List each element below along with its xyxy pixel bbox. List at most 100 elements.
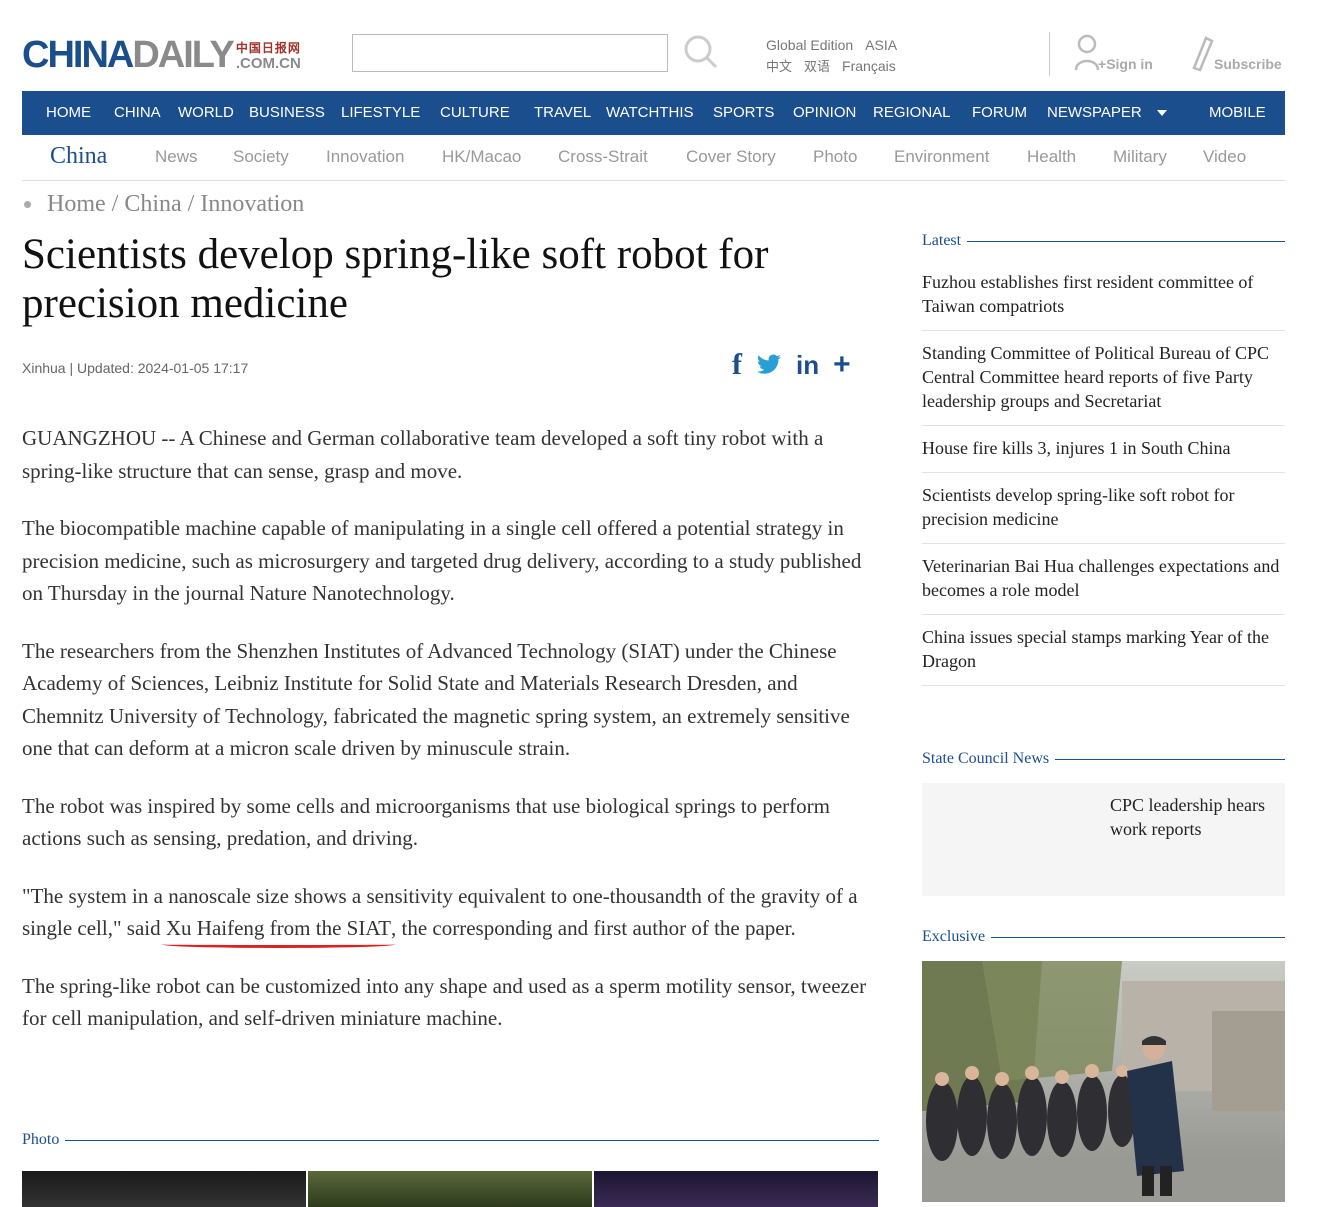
subnav-item-society[interactable]: Society [233,147,289,167]
site-header: CHINADAILY 中国日报网 .COM.CN Global Edition A… [0,0,1342,91]
article-body: GUANGZHOU -- A Chinese and German collab… [22,422,880,1060]
latest-label: Latest [922,232,962,249]
latest-item[interactable]: China issues special stamps marking Year… [922,615,1285,686]
subnav-item-hk-macao[interactable]: HK/Macao [442,147,521,167]
latest-item[interactable]: Fuzhou establishes first resident commit… [922,260,1285,331]
nav-item-regional[interactable]: REGIONAL [873,91,951,135]
state-council-label[interactable]: State Council News [922,750,1049,768]
nav-item-newspaper[interactable]: NEWSPAPER [1047,91,1142,135]
subnav-item-photo[interactable]: Photo [813,147,857,167]
nav-item-business[interactable]: BUSINESS [249,91,325,135]
pencil-icon [1192,36,1214,72]
sign-in-button[interactable]: +Sign in [1074,34,1153,72]
article-paragraph: The researchers from the Shenzhen Instit… [22,638,850,761]
logo-chinese: 中国日报网 [235,41,301,55]
search-input[interactable] [352,34,668,72]
latest-section-header: Latest [922,232,1285,250]
subnav-item-cover-story[interactable]: Cover Story [686,147,776,167]
facebook-icon[interactable]: f [732,350,742,380]
nav-item-culture[interactable]: CULTURE [440,91,510,135]
nav-item-world[interactable]: WORLD [178,91,234,135]
latest-item[interactable]: Standing Committee of Political Bureau o… [922,331,1285,426]
logo-daily: DAILY [132,34,235,76]
subnav-item-environment[interactable]: Environment [894,147,989,167]
breadcrumb-home[interactable]: Home [47,191,106,218]
photo-thumbnail[interactable] [594,1171,878,1207]
nav-item-china[interactable]: CHINA [114,91,161,135]
breadcrumb-separator: / [181,191,201,217]
section-subnav: China News Society Innovation HK/Macao C… [22,135,1285,181]
more-share-icon[interactable]: + [833,350,851,380]
exclusive-header: Exclusive [922,928,1285,946]
article-paragraph: The robot was inspired by some cells and… [22,793,830,851]
user-icon [1074,34,1100,71]
state-council-header: State Council News [922,750,1285,768]
subnav-item-innovation[interactable]: Innovation [326,147,404,167]
exclusive-label[interactable]: Exclusive [922,928,985,946]
article-paragraph: GUANGZHOU -- A Chinese and German collab… [22,426,824,483]
subnav-item-video[interactable]: Video [1203,147,1246,167]
lang-chinese-link[interactable]: 中文 [766,60,792,75]
section-rule [991,936,1285,938]
subnav-item-military[interactable]: Military [1113,147,1167,167]
article-meta: Xinhua | Updated: 2024-01-05 17:17 [22,360,249,376]
subscribe-button[interactable]: Subscribe [1192,36,1282,72]
edition-global-link[interactable]: Global Edition [766,37,853,53]
logo-domain: .COM.CN [235,55,301,72]
breadcrumb-separator: / [105,191,125,217]
linkedin-icon[interactable]: in [796,350,819,380]
section-rule [65,1139,879,1141]
nav-item-home[interactable]: HOME [46,91,91,135]
search-icon[interactable] [682,33,718,69]
share-bar: f in + [732,350,851,381]
nav-item-sports[interactable]: SPORTS [713,91,774,135]
subnav-item-news[interactable]: News [155,147,198,167]
section-title[interactable]: China [50,143,107,170]
logo-side: 中国日报网 .COM.CN [236,41,301,71]
state-council-headline[interactable]: CPC leadership hears work reports [1110,793,1280,841]
breadcrumb-innovation[interactable]: Innovation [200,191,304,218]
nav-item-forum[interactable]: FORUM [972,91,1027,135]
photo-section-label[interactable]: Photo [22,1131,59,1149]
chevron-down-icon[interactable] [1157,110,1167,116]
sign-in-text: Sign in [1106,56,1153,72]
photo-thumbnail[interactable] [22,1171,306,1207]
breadcrumb-china[interactable]: China [124,191,181,218]
quote-tail: , the corresponding and first author of … [391,916,796,940]
chinadaily-logo[interactable]: CHINADAILY 中国日报网 .COM.CN [22,34,301,74]
nav-item-mobile[interactable]: MOBILE [1209,91,1266,135]
edition-switcher: Global Edition ASIA 中文 双语 Français [766,35,909,78]
logo-wordmark: CHINADAILY [22,34,235,76]
twitter-icon[interactable] [756,354,782,376]
latest-item[interactable]: House fire kills 3, injures 1 in South C… [922,426,1285,473]
highlighted-author: Xu Haifeng from the SIAT [165,916,391,940]
logo-china: CHINA [22,34,134,76]
edition-asia-link[interactable]: ASIA [865,37,897,53]
photo-strip [22,1171,878,1207]
lang-bilingual-link[interactable]: 双语 [804,60,830,75]
photo-thumbnail[interactable] [308,1171,592,1207]
section-rule [967,240,1285,242]
sign-in-label: +Sign in [1098,56,1153,72]
breadcrumb-bullet [24,201,31,208]
exclusive-photo[interactable] [922,961,1285,1202]
article-paragraph: "The system in a nanoscale size shows a … [22,880,880,945]
article-title: Scientists develop spring-like soft robo… [22,231,769,327]
latest-item[interactable]: Veterinarian Bai Hua challenges expectat… [922,544,1285,615]
subnav-item-cross-strait[interactable]: Cross-Strait [558,147,648,167]
nav-item-travel[interactable]: TRAVEL [534,91,591,135]
state-council-card[interactable]: CPC leadership hears work reports [922,783,1285,896]
breadcrumb: Home / China / Innovation [24,191,304,218]
subscribe-label: Subscribe [1214,56,1282,72]
lang-french-link[interactable]: Français [842,58,896,74]
main-nav: HOME CHINA WORLD BUSINESS LIFESTYLE CULT… [22,91,1285,135]
latest-item[interactable]: Scientists develop spring-like soft robo… [922,473,1285,544]
article-paragraph: The biocompatible machine capable of man… [22,516,862,605]
subnav-item-health[interactable]: Health [1027,147,1076,167]
section-rule [1055,758,1285,760]
nav-item-lifestyle[interactable]: LIFESTYLE [341,91,420,135]
nav-item-watchthis[interactable]: WATCHTHIS [606,91,694,135]
header-divider [1049,32,1050,76]
nav-item-opinion[interactable]: OPINION [793,91,856,135]
photo-section-header: Photo [22,1131,879,1149]
